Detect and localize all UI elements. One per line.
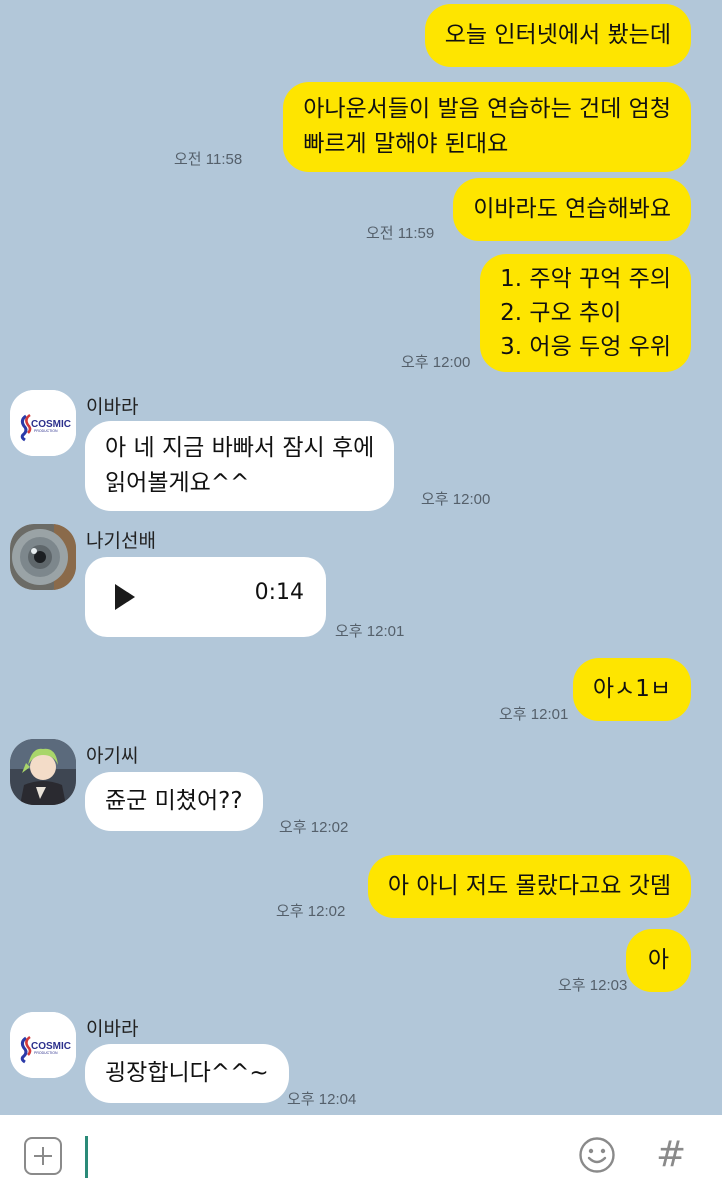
- sender-name: 나기선배: [86, 530, 156, 552]
- plus-square-icon[interactable]: [24, 1137, 62, 1175]
- message-text: 이바라도 연습해봐요: [473, 196, 671, 222]
- other-message-bubble[interactable]: 굉장합니다^^~: [85, 1044, 289, 1103]
- message-text: 아ㅅ1ㅂ: [592, 676, 671, 702]
- my-message-bubble[interactable]: 아ㅅ1ㅂ: [572, 658, 691, 721]
- message-input[interactable]: [85, 1136, 88, 1178]
- message-timestamp: 오후 12:02: [279, 819, 349, 836]
- message-timestamp: 오후 12:01: [499, 706, 569, 723]
- other-message-bubble[interactable]: 쥰군 미쳤어??: [85, 772, 263, 831]
- message-text-line: 아 네 지금 바빠서 잠시 후에: [105, 435, 375, 461]
- my-message-bubble[interactable]: 아나운서들이 발음 연습하는 건데 엄청 빠르게 말해야 된대요: [283, 82, 691, 172]
- play-icon[interactable]: [115, 584, 135, 610]
- avatar-ibara[interactable]: COSMIC PRODUCTION: [10, 1012, 76, 1078]
- message-text: 아: [647, 947, 669, 973]
- my-message-bubble[interactable]: 1. 주악 꾸억 주의 2. 구오 추이 3. 어응 두엉 우위: [480, 254, 691, 372]
- svg-text:PRODUCTION: PRODUCTION: [34, 429, 58, 433]
- my-message-bubble[interactable]: 이바라도 연습해봐요: [453, 178, 691, 241]
- my-message-bubble[interactable]: 아: [625, 929, 691, 992]
- message-text-line: 3. 어응 두엉 우위: [500, 334, 671, 360]
- message-text-line: 2. 구오 추이: [500, 300, 622, 326]
- message-timestamp: 오후 12:04: [287, 1091, 357, 1108]
- other-message-bubble[interactable]: 아 네 지금 바빠서 잠시 후에 읽어볼게요^^: [85, 421, 395, 511]
- message-timestamp: 오전 11:58: [174, 151, 243, 168]
- sender-name: 아기씨: [86, 745, 139, 767]
- voice-duration: 0:14: [254, 580, 304, 605]
- smile-icon[interactable]: [578, 1136, 616, 1174]
- message-timestamp: 오후 12:01: [335, 623, 405, 640]
- avatar-nagi[interactable]: [10, 524, 76, 590]
- avatar-agishi[interactable]: [10, 739, 76, 805]
- message-text-line: 1. 주악 꾸억 주의: [500, 266, 671, 292]
- message-timestamp: 오전 11:59: [366, 225, 435, 242]
- my-message-bubble[interactable]: 아 아니 저도 몰랐다고요 갓뎀: [367, 855, 691, 918]
- message-input-bar: #: [0, 1115, 722, 1200]
- cosmic-logo-icon: COSMIC PRODUCTION: [10, 390, 76, 456]
- svg-text:PRODUCTION: PRODUCTION: [34, 1051, 58, 1055]
- cosmic-logo-icon: COSMIC PRODUCTION: [10, 1012, 76, 1078]
- hashtag-button[interactable]: #: [656, 1133, 686, 1177]
- message-text-line: 아나운서들이 발음 연습하는 건데 엄청: [303, 96, 671, 122]
- message-text: 굉장합니다^^~: [105, 1060, 269, 1086]
- message-text: 아 아니 저도 몰랐다고요 갓뎀: [387, 873, 671, 899]
- character-portrait-icon: [10, 739, 76, 805]
- message-text: 오늘 인터넷에서 봤는데: [444, 22, 671, 48]
- sender-name: 이바라: [86, 396, 139, 418]
- message-timestamp: 오후 12:02: [276, 903, 346, 920]
- eye-photo-icon: [10, 524, 76, 590]
- voice-message[interactable]: 0:14: [85, 557, 326, 637]
- message-timestamp: 오후 12:03: [558, 977, 628, 994]
- my-message-bubble[interactable]: 오늘 인터넷에서 봤는데: [424, 4, 691, 67]
- message-text: 쥰군 미쳤어??: [105, 788, 243, 814]
- message-text-line: 읽어볼게요^^: [105, 470, 250, 496]
- chat-area[interactable]: 오늘 인터넷에서 봤는데 오전 11:58 아나운서들이 발음 연습하는 건데 …: [0, 0, 722, 1115]
- message-text-line: 빠르게 말해야 된대요: [303, 131, 509, 157]
- message-timestamp: 오후 12:00: [401, 354, 471, 371]
- sender-name: 이바라: [86, 1018, 139, 1040]
- message-timestamp: 오후 12:00: [421, 491, 491, 508]
- avatar-ibara[interactable]: COSMIC PRODUCTION: [10, 390, 76, 456]
